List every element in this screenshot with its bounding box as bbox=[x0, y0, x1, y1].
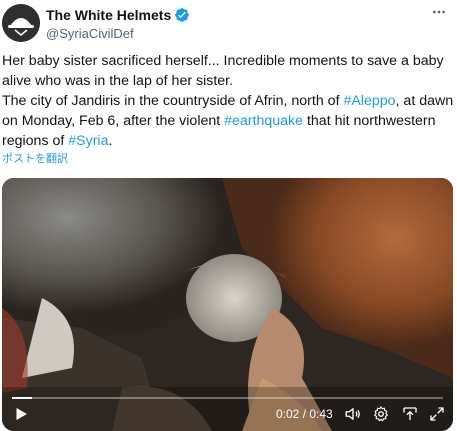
hashtag-syria[interactable]: #Syria bbox=[68, 133, 108, 149]
picture-in-picture-icon[interactable] bbox=[401, 405, 419, 423]
tweet-card: The White Helmets @SyriaCivilDef Her bab… bbox=[0, 0, 457, 431]
verified-badge-icon bbox=[174, 7, 190, 23]
tweet-line-1: Her baby sister sacrificed herself... In… bbox=[2, 53, 444, 89]
author-handle[interactable]: @SyriaCivilDef bbox=[46, 25, 190, 43]
video-controls: 0:02 / 0:43 bbox=[2, 387, 453, 431]
video-time: 0:02 / 0:43 bbox=[276, 407, 333, 421]
settings-gear-icon[interactable] bbox=[372, 405, 390, 423]
play-icon[interactable] bbox=[12, 405, 30, 423]
video-progress-fill bbox=[12, 397, 33, 399]
volume-icon[interactable] bbox=[344, 405, 362, 423]
more-options-icon[interactable] bbox=[429, 2, 449, 22]
duration: 0:43 bbox=[309, 407, 333, 421]
tweet-body: Her baby sister sacrificed herself... In… bbox=[2, 51, 454, 151]
hashtag-earthquake[interactable]: #earthquake bbox=[224, 113, 303, 129]
video-player[interactable]: 0:02 / 0:43 bbox=[2, 178, 453, 431]
white-helmets-logo-icon bbox=[2, 4, 40, 42]
fullscreen-icon[interactable] bbox=[428, 405, 446, 423]
author-header: The White Helmets @SyriaCivilDef bbox=[46, 6, 190, 43]
translate-post-link[interactable]: ポストを翻訳 bbox=[2, 152, 68, 166]
author-display-name[interactable]: The White Helmets bbox=[46, 6, 171, 24]
video-progress-bar[interactable] bbox=[12, 397, 443, 399]
current-time: 0:02 bbox=[276, 407, 300, 421]
author-avatar[interactable] bbox=[2, 4, 40, 42]
hashtag-aleppo[interactable]: #Aleppo bbox=[343, 93, 395, 109]
tweet-line-2: The city of Jandiris in the countryside … bbox=[2, 93, 454, 149]
